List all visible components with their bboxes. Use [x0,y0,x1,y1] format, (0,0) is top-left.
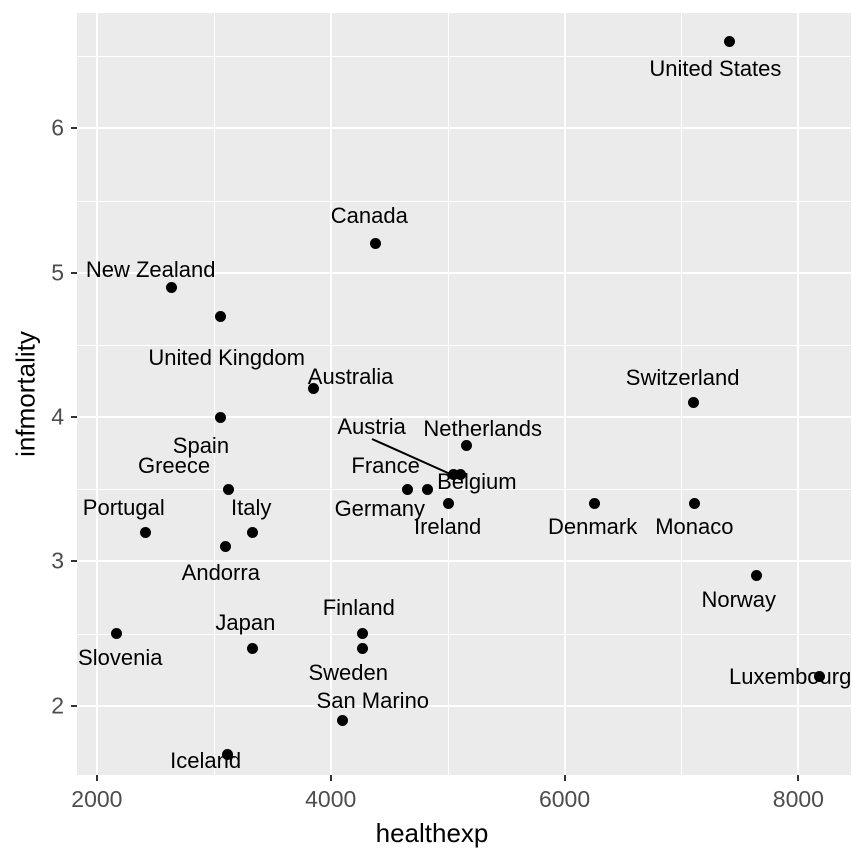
data-point[interactable] [356,642,368,654]
x-axis-tick-label: 8000 [772,786,824,812]
data-point[interactable] [402,483,414,495]
point-label: Portugal [82,495,165,520]
x-axis-tick-label: 2000 [71,786,123,812]
data-point[interactable] [369,238,381,250]
y-axis-tick-label: 3 [51,547,64,574]
gridline-major-horizontal [77,127,851,130]
y-axis-tick-label: 6 [51,114,64,141]
data-point[interactable] [460,440,472,452]
point-label: Belgium [437,469,517,495]
point-label: Canada [330,203,408,229]
data-point[interactable] [356,628,368,640]
y-axis-tick-label: 5 [51,259,64,286]
point-label: Japan [215,610,276,636]
data-point[interactable] [140,527,152,539]
point-label: Iceland [170,747,242,773]
point-label: United Kingdom [148,344,305,370]
data-point[interactable] [589,498,601,510]
data-point[interactable] [750,570,762,582]
point-label: Slovenia [78,645,163,671]
point-label: France [351,453,420,479]
point-label: Greece [137,453,211,479]
point-label: Monaco [655,513,734,539]
scatter-plot: United States Canada New Zealand United Kin… [0,0,864,864]
x-axis-tick [563,775,566,781]
data-point[interactable] [723,36,735,48]
gridline-minor-horizontal [77,200,851,202]
y-axis-tick [71,271,77,274]
data-point[interactable] [443,498,455,510]
data-point[interactable] [111,628,123,640]
point-label: Switzerland [625,365,740,391]
data-point[interactable] [166,281,178,293]
point-label: Denmark [547,513,638,539]
point-label: Germany [334,496,426,522]
y-axis-tick-label: 2 [51,692,64,719]
data-point[interactable] [215,411,227,423]
data-point[interactable] [223,483,235,495]
data-point[interactable] [219,541,231,553]
data-point[interactable] [246,527,258,539]
y-axis-tick [71,560,77,563]
gridline-minor-horizontal [77,633,851,635]
point-label: Italy [231,495,272,520]
data-point[interactable] [246,642,258,654]
point-label: Luxembourg [729,663,851,689]
data-point[interactable] [422,483,434,495]
y-axis-tick [71,704,77,707]
point-label: Ireland [413,513,482,539]
point-label: Austria [337,414,406,440]
y-axis-tick [71,127,77,130]
data-point[interactable] [336,714,348,726]
y-axis-title-wrap: infmortality [11,0,41,788]
point-label: San Marino [316,688,430,714]
data-point[interactable] [687,397,699,409]
x-axis-tick [329,775,332,781]
x-axis-tick-label: 4000 [305,786,357,812]
data-point[interactable] [688,498,700,510]
x-axis-tick [95,775,98,781]
point-label: Finland [322,594,395,620]
x-axis-tick-label: 6000 [538,786,591,812]
point-label: Netherlands [423,415,543,441]
gridline-major-horizontal [77,704,851,707]
y-axis-tick [71,416,77,419]
point-label: Australia [307,363,394,389]
point-label: New Zealand [85,256,216,282]
point-label: United States [649,56,782,82]
data-point[interactable] [215,310,227,322]
plot-panel: United States Canada New Zealand United Kin… [77,13,851,775]
point-label: Andorra [181,559,260,585]
point-label: Norway [701,587,777,613]
y-axis-title: infmortality [10,331,41,457]
point-label: Sweden [308,659,389,685]
x-axis-tick [797,775,800,781]
x-axis-title: healthexp [375,818,489,848]
